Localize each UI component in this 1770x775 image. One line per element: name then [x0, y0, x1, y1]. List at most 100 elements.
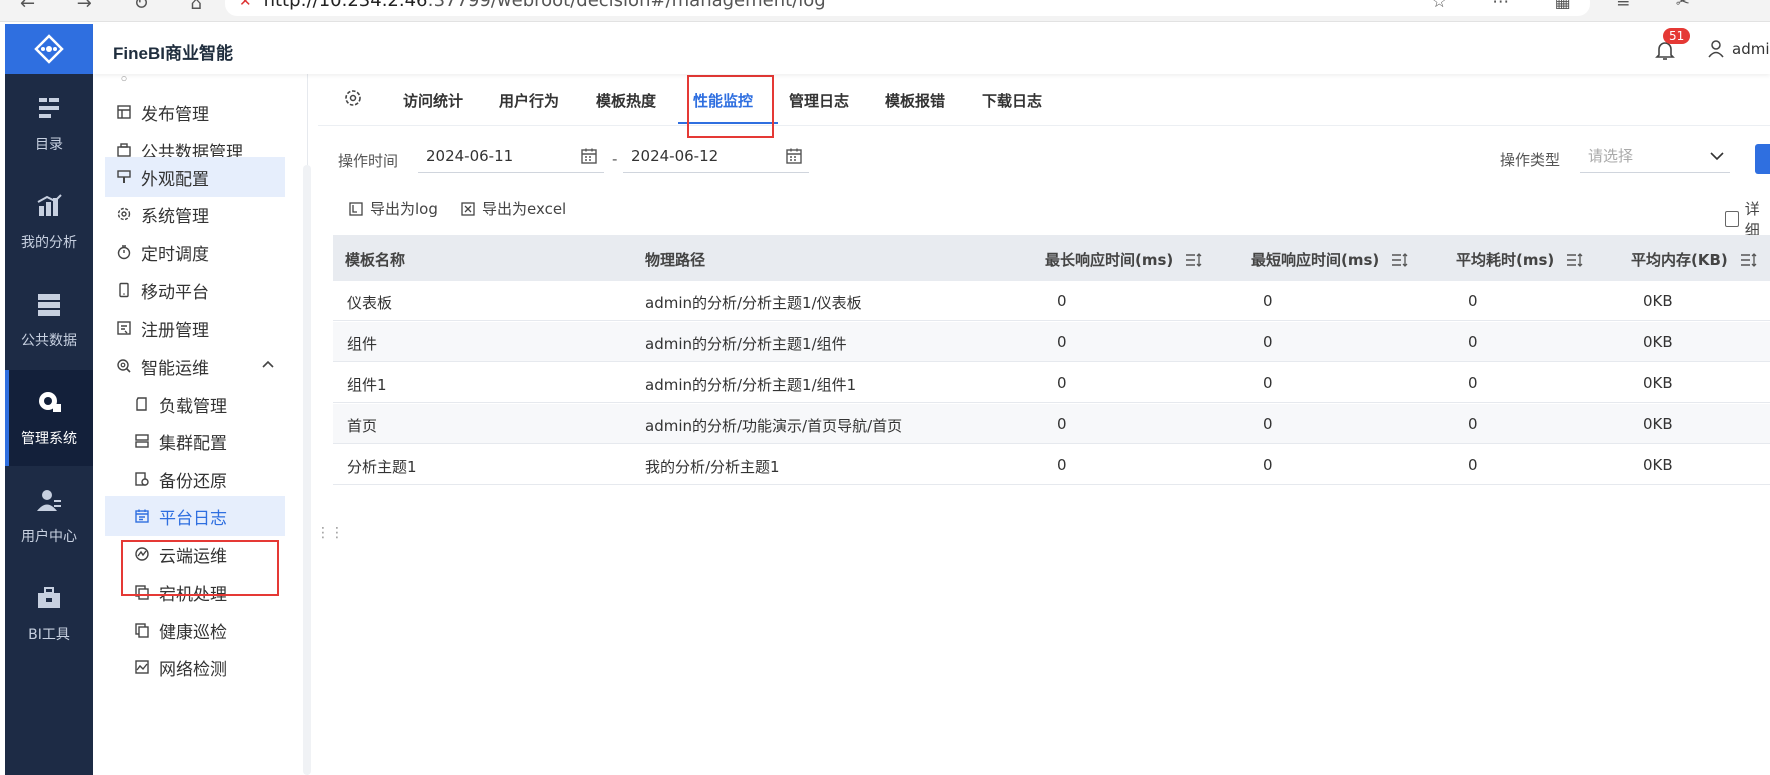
export-log-button[interactable]: 导出为log: [348, 198, 438, 219]
resize-handle-icon[interactable]: ⋮⋮: [316, 526, 344, 540]
table-row[interactable]: 分析主题1 我的分析/分析主题1 0 0 0 0KB: [333, 445, 1770, 485]
sidebar-item-smart-ops[interactable]: 智能运维: [105, 346, 285, 386]
sort-icon[interactable]: [1391, 252, 1409, 268]
rail-item-catalog[interactable]: 目录: [5, 76, 93, 172]
column-header[interactable]: 最短响应时间(ms): [1251, 249, 1409, 270]
username: admin: [1732, 40, 1770, 58]
sidebar-item-backup[interactable]: 备份还原: [105, 459, 285, 499]
export-excel-icon: [461, 201, 475, 216]
rail-item-public-data[interactable]: 公共数据: [5, 272, 93, 368]
cell-min-ms: 0: [1263, 292, 1273, 310]
cell-path: 我的分析/分析主题1: [645, 458, 780, 476]
admin-sidebar: ◦ 发布管理 公共数据管理 外观配置 系统管理 定时调度 移动平台 注册管理 智…: [93, 74, 308, 775]
cell-template-name: 组件1: [347, 376, 387, 394]
browser-right-icons[interactable]: ☆ ⋯ ▦ ≡ ✂: [1432, 0, 1710, 12]
network-icon: [133, 658, 151, 676]
cell-path: admin的分析/分析主题1/仪表板: [645, 294, 862, 312]
sidebar-item-schedule[interactable]: 定时调度: [105, 232, 285, 272]
sidebar-item-platform-log[interactable]: 平台日志: [105, 496, 285, 536]
app-logo[interactable]: [5, 24, 93, 74]
sidebar-item-appearance[interactable]: 外观配置: [105, 157, 285, 197]
cell-avg-kb: 0KB: [1643, 333, 1673, 351]
calendar-icon[interactable]: [580, 147, 598, 165]
mobile-icon: [115, 281, 133, 299]
sidebar-item-load-mgmt[interactable]: 负载管理: [105, 384, 285, 424]
operation-type-select[interactable]: 请选择: [1580, 141, 1730, 173]
address-bar[interactable]: ✕ http://10.234.2.46:37799/webroot/decisi…: [225, 0, 1590, 16]
gear-icon: [115, 205, 133, 223]
log-tabs: 访问统计 用户行为 模板热度 性能监控 管理日志 模板报错 下载日志: [318, 74, 1770, 126]
browser-nav-icons[interactable]: ← → ↻ ⌂: [20, 0, 220, 14]
cell-template-name: 首页: [347, 417, 378, 435]
operation-time-label: 操作时间: [338, 152, 399, 170]
url-text: http://10.234.2.46:37799/webroot/decisio…: [263, 0, 826, 11]
table-row[interactable]: 首页 admin的分析/功能演示/首页导航/首页 0 0 0 0KB: [333, 404, 1770, 444]
tab-user-behavior[interactable]: 用户行为: [499, 90, 559, 111]
cell-avg-ms: 0: [1468, 333, 1478, 351]
tab-download-log[interactable]: 下载日志: [982, 90, 1042, 111]
card-icon: [133, 395, 151, 413]
settings-gear-icon[interactable]: [343, 88, 363, 108]
toolbox-icon: [38, 587, 60, 608]
cell-path: admin的分析/分析主题1/组件: [645, 335, 847, 353]
sidebar-item-mobile[interactable]: 移动平台: [105, 270, 285, 310]
sort-icon[interactable]: [1740, 252, 1758, 268]
rail-item-label: 公共数据: [21, 333, 77, 349]
annotation-box-platform-log: [121, 540, 279, 596]
rail-item-bi-tools[interactable]: BI工具: [5, 566, 93, 662]
cell-avg-kb: 0KB: [1643, 415, 1673, 433]
tab-admin-log[interactable]: 管理日志: [789, 90, 849, 111]
rail-item-admin-system[interactable]: 管理系统: [5, 370, 93, 466]
app-header: FineBI商业智能 51 admin: [93, 24, 1770, 74]
cell-avg-ms: 0: [1468, 374, 1478, 392]
checkbox-box[interactable]: [1725, 211, 1739, 227]
cell-template-name: 分析主题1: [347, 458, 417, 476]
publish-icon: [115, 103, 133, 121]
query-button[interactable]: [1755, 144, 1770, 174]
timer-icon: [115, 243, 133, 261]
chevron-up-icon[interactable]: [261, 358, 275, 372]
annotation-box-performance-tab: [687, 75, 774, 138]
tab-template-heat[interactable]: 模板热度: [596, 90, 656, 111]
export-excel-button[interactable]: 导出为excel: [460, 198, 566, 219]
rail-item-label: BI工具: [28, 627, 70, 643]
sidebar-item-publish[interactable]: 发布管理: [105, 92, 285, 132]
chevron-down-icon: [1710, 152, 1724, 161]
database-icon: [38, 294, 60, 316]
start-date-input[interactable]: 2024-06-11: [418, 141, 604, 173]
sidebar-scrollbar[interactable]: [303, 165, 311, 775]
column-header: 物理路径: [645, 251, 706, 269]
sidebar-item-cluster[interactable]: 集群配置: [105, 421, 285, 461]
rail-item-user-center[interactable]: 用户中心: [5, 468, 93, 564]
column-header[interactable]: 最长响应时间(ms): [1045, 249, 1203, 270]
calendar-log-icon: [133, 507, 151, 525]
table-row[interactable]: 组件 admin的分析/分析主题1/组件 0 0 0 0KB: [333, 322, 1770, 362]
sidebar-item-register[interactable]: 注册管理: [105, 308, 285, 348]
tab-visit-stats[interactable]: 访问统计: [403, 90, 463, 111]
cell-avg-ms: 0: [1468, 415, 1478, 433]
register-icon: [115, 319, 133, 337]
rail-item-my-analysis[interactable]: 我的分析: [5, 174, 93, 270]
column-header[interactable]: 平均内存(KB): [1631, 249, 1758, 270]
cell-max-ms: 0: [1057, 333, 1067, 351]
cell-path: admin的分析/功能演示/首页导航/首页: [645, 417, 903, 435]
cell-min-ms: 0: [1263, 456, 1273, 474]
user-menu[interactable]: admin: [1708, 40, 1770, 58]
table-row[interactable]: 仪表板 admin的分析/分析主题1/仪表板 0 0 0 0KB: [333, 281, 1770, 321]
sidebar-item-network[interactable]: 网络检测: [105, 647, 285, 687]
cell-path: admin的分析/分析主题1/组件1: [645, 376, 857, 394]
cluster-icon: [133, 432, 151, 450]
column-header[interactable]: 平均耗时(ms): [1456, 249, 1584, 270]
end-date-input[interactable]: 2024-06-12: [623, 141, 809, 173]
sidebar-item-health[interactable]: 健康巡检: [105, 610, 285, 650]
detail-checkbox[interactable]: 详细: [1725, 198, 1770, 240]
user-icon: [1708, 40, 1724, 58]
user-center-icon: [37, 490, 61, 511]
tab-template-errors[interactable]: 模板报错: [885, 90, 945, 111]
sort-icon[interactable]: [1566, 252, 1584, 268]
calendar-icon[interactable]: [785, 147, 803, 165]
sort-icon[interactable]: [1185, 252, 1203, 268]
cell-template-name: 组件: [347, 335, 378, 353]
sidebar-item-system[interactable]: 系统管理: [105, 194, 285, 234]
table-row[interactable]: 组件1 admin的分析/分析主题1/组件1 0 0 0 0KB: [333, 363, 1770, 403]
